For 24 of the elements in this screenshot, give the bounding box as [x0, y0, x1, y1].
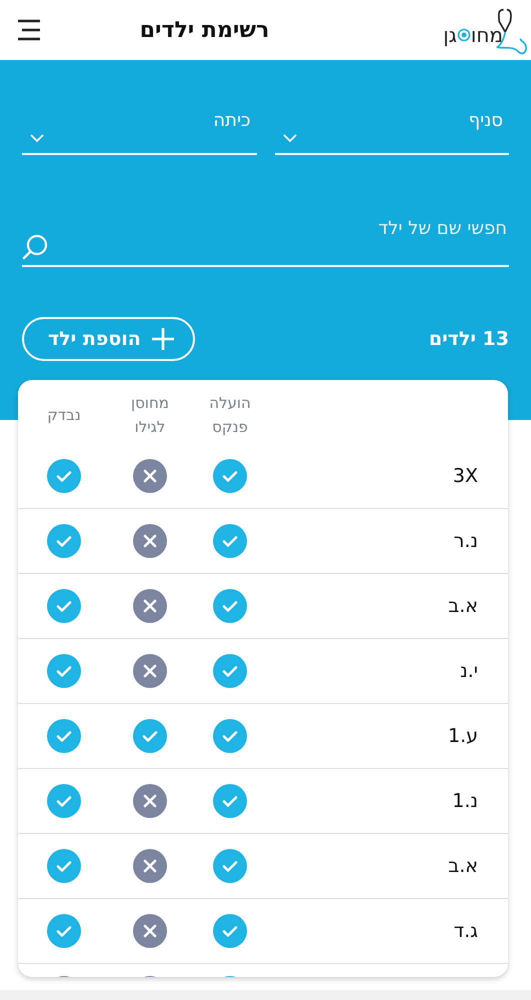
child-name: נ.1	[451, 790, 479, 812]
search-icon	[22, 233, 50, 261]
logo-text: מחו גן	[443, 23, 503, 47]
page-title: רשימת ילדים	[140, 18, 270, 42]
column-header: הועלה פנקס	[209, 393, 251, 438]
add-child-button[interactable]: הוספת ילד	[22, 317, 195, 361]
child-name: א.ב	[447, 855, 479, 877]
filter-dropdown[interactable]: סניף	[274, 110, 509, 155]
target-icon	[456, 28, 471, 42]
column-header: נבדק	[47, 405, 81, 426]
chevron-down-icon	[282, 134, 296, 143]
column-header: מחוסן לגילו	[131, 393, 169, 438]
filter-dropdown[interactable]: כיתה	[22, 110, 256, 155]
child-name: א.ב	[447, 595, 479, 617]
menu-icon[interactable]	[16, 19, 42, 41]
search-field[interactable]: חפשי שם של ילד	[50, 217, 509, 240]
child-name: ג.ד	[452, 920, 479, 942]
child-name: נ.ר	[452, 530, 479, 552]
chevron-down-icon	[30, 134, 44, 143]
child-name: 3X	[452, 465, 479, 487]
child-name: י.נ	[459, 660, 479, 682]
children-count: 13 ילדים	[428, 328, 509, 350]
plus-icon	[150, 327, 175, 351]
child-name: ע.1	[446, 725, 479, 747]
